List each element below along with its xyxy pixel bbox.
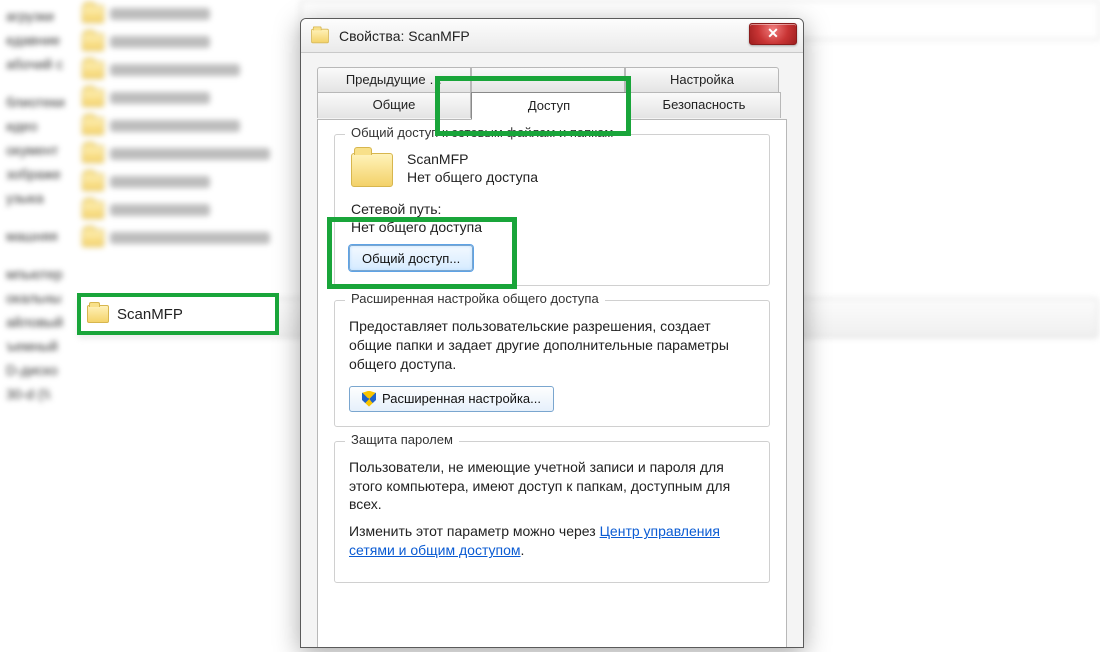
titlebar[interactable]: Свойства: ScanMFP ✕: [301, 19, 803, 53]
nav-item[interactable]: 30-d (\\: [2, 382, 70, 406]
tab-general[interactable]: Общие: [317, 92, 471, 118]
button-label: Расширенная настройка...: [382, 391, 541, 406]
network-path-label: Сетевой путь:: [351, 201, 755, 217]
nav-item[interactable]: D-диско: [2, 358, 70, 382]
group-network-sharing: Общий доступ к сетевым файлам и папкам S…: [334, 134, 770, 286]
advanced-sharing-button[interactable]: Расширенная настройка...: [349, 386, 554, 412]
properties-dialog: Свойства: ScanMFP ✕ Предыдущие … Настрой…: [300, 18, 804, 648]
nav-item[interactable]: ъемный: [2, 334, 70, 358]
tab-previous-versions[interactable]: Предыдущие …: [317, 67, 471, 93]
close-icon: ✕: [767, 25, 779, 41]
tab-customize[interactable]: Настройка: [625, 67, 779, 93]
share-status: Нет общего доступа: [407, 169, 538, 185]
button-label: Общий доступ...: [362, 251, 460, 266]
folder-label: ScanMFP: [117, 306, 183, 323]
folder-scanmfp[interactable]: ScanMFP: [77, 293, 279, 335]
folder-list: [80, 0, 300, 252]
nav-item[interactable]: зображе: [2, 162, 70, 186]
nav-item[interactable]: блиотеки: [2, 90, 70, 114]
password-text-2: Изменить этот параметр можно через Центр…: [349, 522, 755, 560]
group-advanced-sharing: Расширенная настройка общего доступа Пре…: [334, 300, 770, 427]
nav-item[interactable]: едавние: [2, 28, 70, 52]
shield-icon: [362, 391, 376, 407]
tab-security[interactable]: Безопасность: [627, 92, 781, 118]
group-title: Защита паролем: [345, 432, 459, 447]
nav-sidebar: агрузки едавние абочий с блиотеки идео о…: [0, 0, 72, 652]
nav-item[interactable]: абочий с: [2, 52, 70, 76]
password-text-1: Пользователи, не имеющие учетной записи …: [349, 458, 755, 515]
nav-item[interactable]: машняя: [2, 224, 70, 248]
nav-item[interactable]: агрузки: [2, 4, 70, 28]
nav-item[interactable]: окальны: [2, 286, 70, 310]
nav-item[interactable]: окумент: [2, 138, 70, 162]
share-button[interactable]: Общий доступ...: [349, 245, 473, 271]
tab-blank[interactable]: [471, 67, 625, 93]
nav-item[interactable]: идео: [2, 114, 70, 138]
share-folder-name: ScanMFP: [407, 151, 538, 167]
folder-icon: [351, 153, 393, 187]
tab-strip: Предыдущие … Настройка Общие Доступ Безо…: [317, 67, 787, 120]
group-password-protection: Защита паролем Пользователи, не имеющие …: [334, 441, 770, 583]
folder-icon: [87, 305, 109, 323]
folder-icon: [311, 28, 329, 42]
window-title: Свойства: ScanMFP: [339, 28, 470, 44]
group-title: Расширенная настройка общего доступа: [345, 291, 605, 306]
group-description: Предоставляет пользовательские разрешени…: [349, 317, 755, 374]
tab-content: Общий доступ к сетевым файлам и папкам S…: [317, 120, 787, 648]
tab-sharing[interactable]: Доступ: [471, 92, 627, 120]
network-path-value: Нет общего доступа: [351, 219, 755, 235]
close-button[interactable]: ✕: [749, 23, 797, 45]
nav-item[interactable]: айловый: [2, 310, 70, 334]
nav-item[interactable]: мпьютер: [2, 262, 70, 286]
group-title: Общий доступ к сетевым файлам и папкам: [345, 125, 619, 140]
nav-item[interactable]: узыка: [2, 186, 70, 210]
